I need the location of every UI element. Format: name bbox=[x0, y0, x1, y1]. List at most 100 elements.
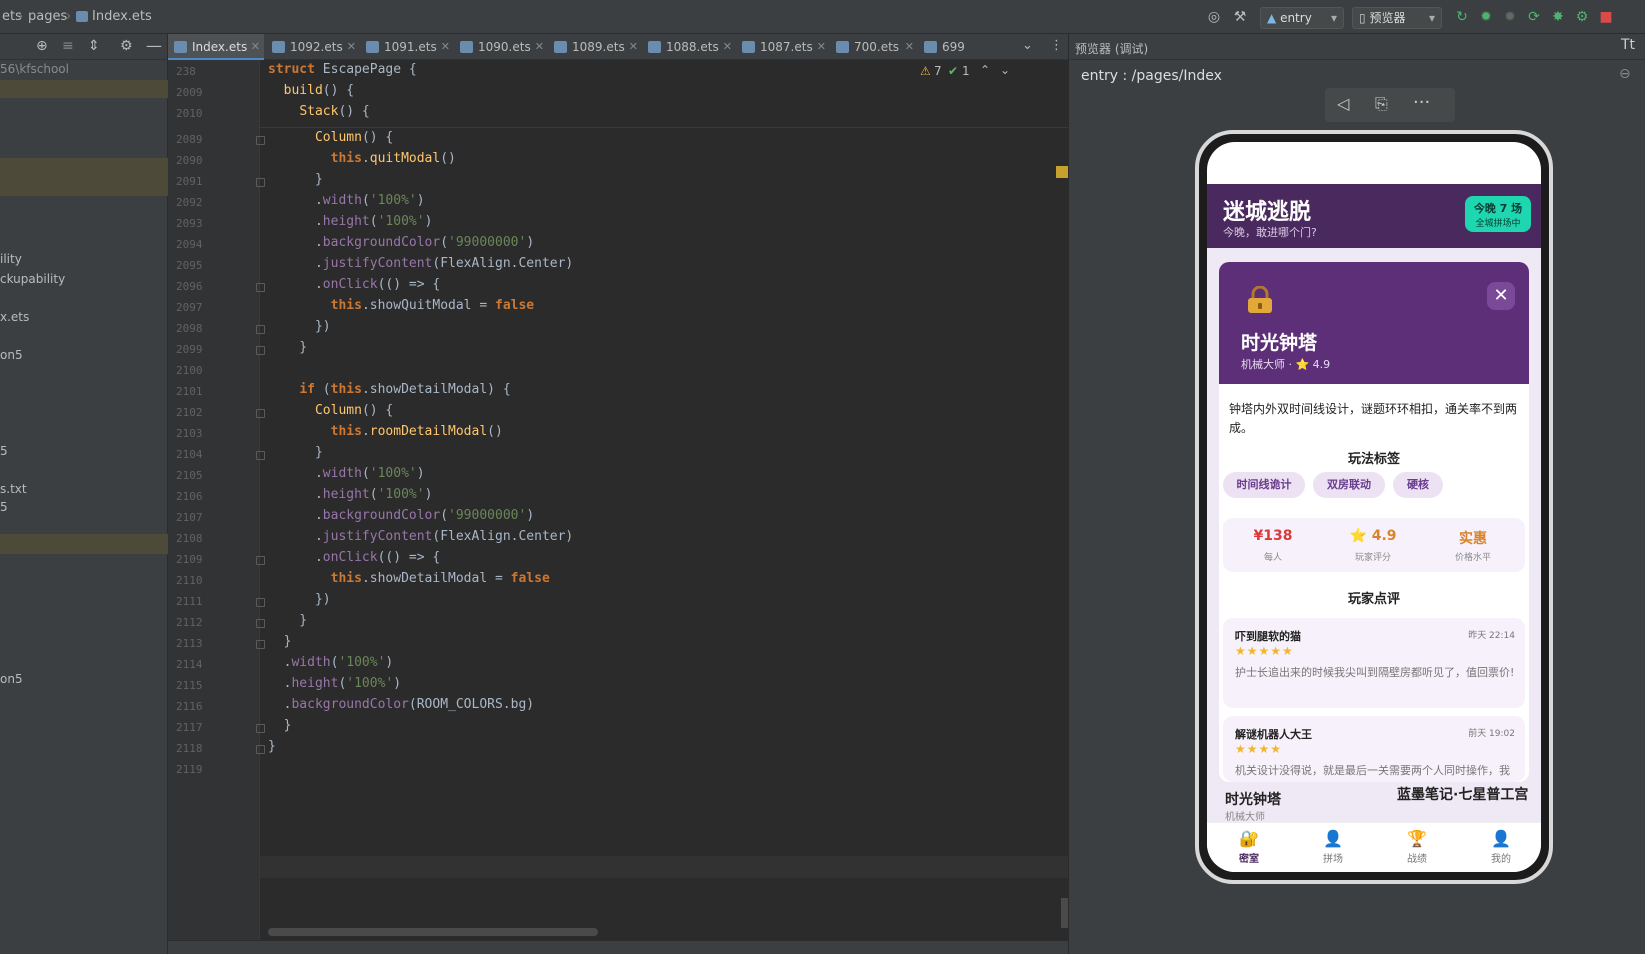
breadcrumb-segment[interactable]: pages bbox=[28, 9, 67, 24]
close-button[interactable]: ✕ bbox=[1487, 282, 1515, 310]
fold-marker-icon[interactable] bbox=[256, 598, 265, 607]
fold-marker-icon[interactable] bbox=[256, 283, 265, 292]
tree-item[interactable]: ility bbox=[0, 252, 22, 266]
more-icon[interactable]: ··· bbox=[1413, 92, 1430, 113]
code-line[interactable]: .height('100%') bbox=[268, 487, 432, 502]
code-line[interactable]: } bbox=[268, 340, 307, 355]
room-card-title[interactable]: 时光钟塔 bbox=[1225, 789, 1281, 809]
tab-index-ets[interactable]: Index.ets ✕ bbox=[168, 34, 264, 60]
fold-marker-icon[interactable] bbox=[256, 619, 265, 628]
close-icon[interactable]: ✕ bbox=[441, 34, 450, 60]
target-icon[interactable]: ◎ bbox=[1206, 9, 1222, 25]
code-line[interactable]: if (this.showDetailModal) { bbox=[268, 382, 510, 397]
code-line[interactable]: } bbox=[268, 172, 323, 187]
expand-all-icon[interactable]: ≡ bbox=[62, 38, 74, 54]
tab-escape-room[interactable]: 🔐 密室 bbox=[1219, 829, 1279, 865]
tab-record[interactable]: 🏆 战绩 bbox=[1387, 829, 1447, 865]
tab-1089-ets[interactable]: 1089.ets ✕ bbox=[548, 34, 640, 60]
code-line[interactable]: this.showQuitModal = false bbox=[268, 298, 535, 313]
code-line[interactable]: .backgroundColor('99000000') bbox=[268, 235, 534, 250]
code-line[interactable]: Column() { bbox=[268, 403, 393, 418]
close-icon[interactable]: ✕ bbox=[817, 34, 826, 60]
code-line[interactable]: Stack() { bbox=[268, 104, 369, 119]
rerun-icon[interactable]: ↻ bbox=[1454, 9, 1470, 25]
code-line[interactable]: struct EscapePage { bbox=[268, 62, 417, 77]
tab-1088-ets[interactable]: 1088.ets ✕ bbox=[642, 34, 734, 60]
rotate-icon[interactable]: ⎘ bbox=[1375, 94, 1388, 114]
fold-marker-icon[interactable] bbox=[256, 451, 265, 460]
chevron-down-icon[interactable]: ⌄ bbox=[1022, 38, 1033, 53]
fold-marker-icon[interactable] bbox=[256, 136, 265, 145]
close-icon[interactable]: ✕ bbox=[535, 34, 544, 60]
code-line[interactable]: .height('100%') bbox=[268, 676, 401, 691]
code-line[interactable]: this.quitModal() bbox=[268, 151, 456, 166]
code-line[interactable]: } bbox=[268, 718, 292, 733]
reload-icon[interactable]: ⟳ bbox=[1526, 9, 1542, 25]
code-line[interactable]: .width('100%') bbox=[268, 193, 425, 208]
code-line[interactable]: .backgroundColor('99000000') bbox=[268, 508, 534, 523]
code-line[interactable]: } bbox=[268, 613, 307, 628]
tree-item[interactable]: ckupability bbox=[0, 272, 65, 286]
code-line[interactable]: .height('100%') bbox=[268, 214, 432, 229]
locate-icon[interactable]: ⊕ bbox=[36, 38, 48, 54]
code-line[interactable]: .justifyContent(FlexAlign.Center) bbox=[268, 256, 573, 271]
tab-1091-ets[interactable]: 1091.ets ✕ bbox=[360, 34, 452, 60]
code-line[interactable]: .width('100%') bbox=[268, 466, 425, 481]
minimize-icon[interactable]: — bbox=[146, 36, 162, 55]
breadcrumb-segment[interactable]: Index.ets bbox=[92, 9, 152, 24]
profile-icon[interactable]: ✸ bbox=[1550, 9, 1566, 25]
fold-marker-icon[interactable] bbox=[256, 745, 265, 754]
tag-chip[interactable]: 硬核 bbox=[1393, 472, 1443, 498]
code-line[interactable]: } bbox=[268, 445, 323, 460]
fold-marker-icon[interactable] bbox=[256, 178, 265, 187]
tree-item[interactable]: 5 bbox=[0, 444, 8, 458]
tab-1090-ets[interactable]: 1090.ets ✕ bbox=[454, 34, 546, 60]
fold-marker-icon[interactable] bbox=[256, 409, 265, 418]
tree-item[interactable]: 5 bbox=[0, 500, 8, 514]
fold-marker-icon[interactable] bbox=[256, 556, 265, 565]
code-editor[interactable]: ⚠ 7 ✔ 1 ⌃ ⌄ 238 struct EscapePage {2009 b… bbox=[168, 60, 1068, 940]
code-line[interactable]: }) bbox=[268, 592, 331, 607]
code-line[interactable]: }) bbox=[268, 319, 331, 334]
hammer-icon[interactable]: ⚒ bbox=[1232, 9, 1248, 25]
fold-marker-icon[interactable] bbox=[256, 346, 265, 355]
close-icon[interactable]: ✕ bbox=[347, 34, 356, 60]
close-icon[interactable]: ✕ bbox=[251, 34, 260, 60]
tree-item[interactable]: on5 bbox=[0, 348, 23, 362]
tag-chip[interactable]: 双房联动 bbox=[1313, 472, 1385, 498]
tab-1087-ets[interactable]: 1087.ets ✕ bbox=[736, 34, 828, 60]
tree-item[interactable]: x.ets bbox=[0, 310, 29, 324]
vertical-scrollbar[interactable] bbox=[1061, 898, 1068, 928]
back-icon[interactable]: ◁ bbox=[1337, 94, 1349, 113]
code-line[interactable]: .onClick(() => { bbox=[268, 550, 440, 565]
device-selector[interactable]: ▯ 预览器 ▾ bbox=[1352, 7, 1442, 29]
code-line[interactable]: .onClick(() => { bbox=[268, 277, 440, 292]
tree-item[interactable]: s.txt bbox=[0, 482, 27, 496]
fold-marker-icon[interactable] bbox=[256, 325, 265, 334]
debug-icon[interactable]: ✹ bbox=[1478, 9, 1494, 25]
close-icon[interactable]: ✕ bbox=[629, 34, 638, 60]
stop-icon[interactable]: ■ bbox=[1598, 9, 1614, 25]
room-detail-modal[interactable]: ✕ 时光钟塔 机械大师 · ⭐ 4.9 钟塔内外双时间线设计，谜题环环相扣，通关… bbox=[1219, 262, 1529, 782]
fold-marker-icon[interactable] bbox=[256, 640, 265, 649]
code-line[interactable]: .width('100%') bbox=[268, 655, 394, 670]
code-line[interactable]: build() { bbox=[268, 83, 354, 98]
tab-mine[interactable]: 👤 我的 bbox=[1471, 829, 1531, 865]
gear-icon[interactable]: ⚙ bbox=[120, 38, 133, 54]
close-icon[interactable]: ✕ bbox=[723, 34, 732, 60]
fold-marker-icon[interactable] bbox=[256, 724, 265, 733]
more-icon[interactable]: ⋮ bbox=[1050, 38, 1063, 53]
horizontal-scrollbar[interactable] bbox=[268, 928, 598, 936]
attach-debugger-icon[interactable]: ✹ bbox=[1502, 9, 1518, 25]
run-config-selector[interactable]: ▲ entry ▾ bbox=[1260, 7, 1344, 29]
code-line[interactable]: } bbox=[268, 739, 276, 754]
code-line[interactable]: .backgroundColor(ROOM_COLORS.bg) bbox=[268, 697, 534, 712]
room-card-title[interactable]: 蓝墨笔记·七星普工宫 bbox=[1397, 787, 1537, 803]
project-root-label[interactable]: 56\kfschool bbox=[0, 62, 69, 76]
tonight-badge[interactable]: 今晚 7 场 全城拼场中 bbox=[1465, 196, 1531, 232]
tab-699[interactable]: 699 bbox=[918, 34, 978, 60]
close-icon[interactable]: ✕ bbox=[905, 34, 914, 60]
code-line[interactable]: this.roomDetailModal() bbox=[268, 424, 503, 439]
tab-match[interactable]: 👤 拼场 bbox=[1303, 829, 1363, 865]
code-line[interactable]: this.showDetailModal = false bbox=[268, 571, 550, 586]
